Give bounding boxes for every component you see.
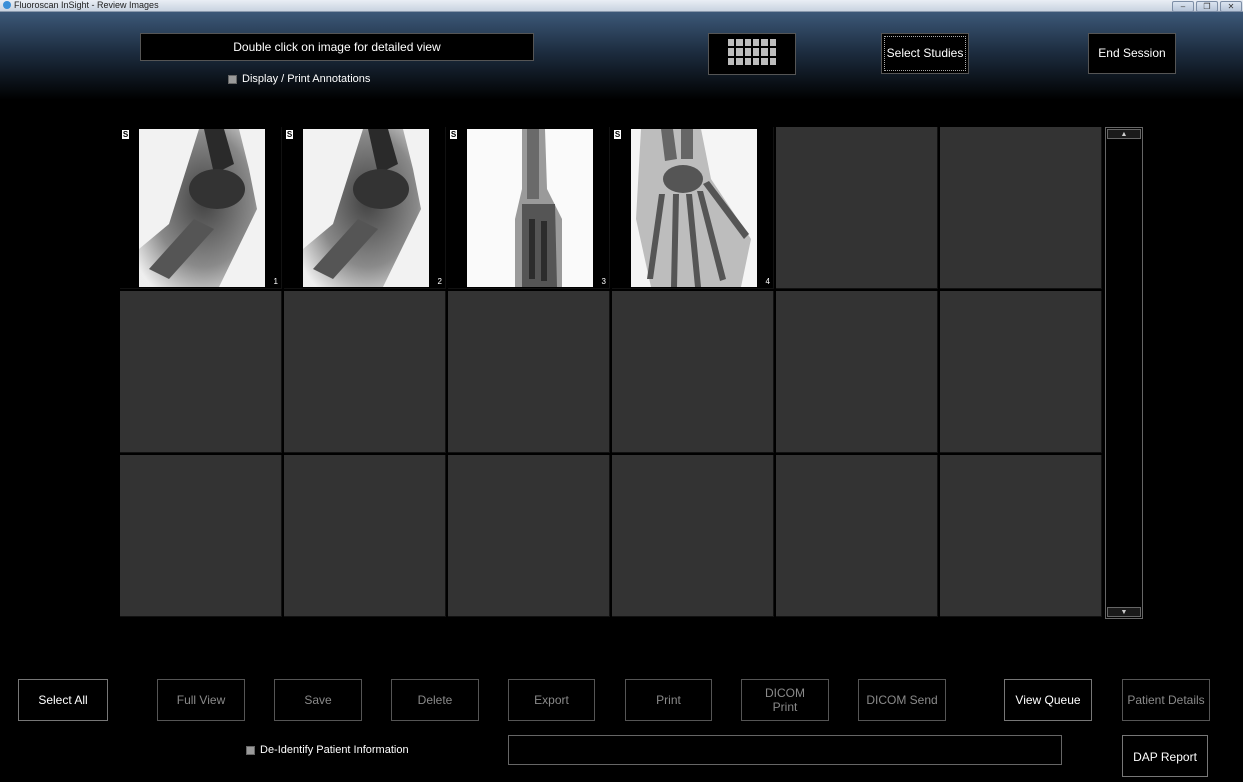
annotations-checkbox[interactable] <box>228 74 237 84</box>
view-queue-button[interactable]: View Queue <box>1004 679 1092 721</box>
selection-badge[interactable]: S <box>122 130 129 139</box>
export-button[interactable]: Export <box>508 679 595 721</box>
full-view-button[interactable]: Full View <box>157 679 245 721</box>
empty-cell <box>776 291 938 453</box>
end-session-button[interactable]: End Session <box>1088 33 1176 74</box>
title-bar: Fluoroscan InSight - Review Images – ❐ ✕ <box>0 0 1243 12</box>
window-title: Fluoroscan InSight - Review Images <box>14 0 159 10</box>
xray-thumbnail[interactable] <box>467 129 593 287</box>
empty-cell <box>612 291 774 453</box>
grid-scrollbar[interactable]: ▲ ▼ <box>1105 127 1143 619</box>
xray-thumbnail[interactable] <box>631 129 757 287</box>
empty-cell <box>448 291 610 453</box>
selection-badge[interactable]: S <box>450 130 457 139</box>
instruction-message: Double click on image for detailed view <box>140 33 534 61</box>
patient-details-button[interactable]: Patient Details <box>1122 679 1210 721</box>
annotations-label: Display / Print Annotations <box>242 73 371 85</box>
restore-button[interactable]: ❐ <box>1196 1 1218 12</box>
empty-cell <box>940 127 1102 289</box>
deidentify-checkbox[interactable] <box>246 745 255 755</box>
annotations-toggle[interactable]: Display / Print Annotations <box>228 73 370 85</box>
xray-thumbnail[interactable] <box>139 129 265 287</box>
app-icon <box>3 1 11 9</box>
empty-cell <box>776 455 938 617</box>
empty-cell <box>448 455 610 617</box>
delete-button[interactable]: Delete <box>391 679 479 721</box>
window-controls: – ❐ ✕ <box>1171 0 1243 12</box>
grid-icon <box>728 39 776 65</box>
dicom-print-button[interactable]: DICOM Print <box>741 679 829 721</box>
image-cell[interactable]: S 2 <box>284 127 446 289</box>
empty-cell <box>940 291 1102 453</box>
select-all-button[interactable]: Select All <box>18 679 108 721</box>
select-studies-button[interactable]: Select Studies <box>881 33 969 74</box>
empty-cell <box>940 455 1102 617</box>
image-number: 3 <box>601 277 606 286</box>
image-cell[interactable]: S 1 <box>120 127 282 289</box>
selection-badge[interactable]: S <box>614 130 621 139</box>
image-cell[interactable]: S 4 <box>612 127 774 289</box>
empty-cell <box>120 291 282 453</box>
deidentify-label: De-Identify Patient Information <box>260 744 409 756</box>
image-grid: S 1 S 2 S 3 S 4 <box>120 127 1105 619</box>
empty-cell <box>284 455 446 617</box>
image-number: 2 <box>437 277 442 286</box>
empty-cell <box>120 455 282 617</box>
empty-cell <box>612 455 774 617</box>
close-button[interactable]: ✕ <box>1220 1 1242 12</box>
xray-thumbnail[interactable] <box>303 129 429 287</box>
empty-cell <box>284 291 446 453</box>
image-number: 1 <box>273 277 278 286</box>
dap-report-button[interactable]: DAP Report <box>1122 735 1208 777</box>
grid-layout-button[interactable] <box>708 33 796 75</box>
status-field <box>508 735 1062 765</box>
scroll-up-arrow[interactable]: ▲ <box>1107 129 1141 139</box>
dicom-send-button[interactable]: DICOM Send <box>858 679 946 721</box>
minimize-button[interactable]: – <box>1172 1 1194 12</box>
selection-badge[interactable]: S <box>286 130 293 139</box>
save-button[interactable]: Save <box>274 679 362 721</box>
scroll-down-arrow[interactable]: ▼ <box>1107 607 1141 617</box>
image-cell[interactable]: S 3 <box>448 127 610 289</box>
image-number: 4 <box>765 277 770 286</box>
deidentify-toggle[interactable]: De-Identify Patient Information <box>246 744 409 756</box>
empty-cell <box>776 127 938 289</box>
print-button[interactable]: Print <box>625 679 712 721</box>
